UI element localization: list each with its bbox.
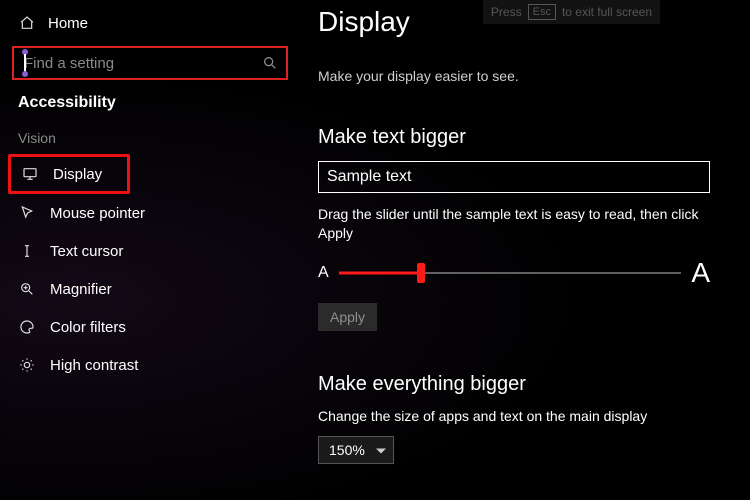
sidebar-item-magnifier[interactable]: Magnifier	[0, 270, 300, 308]
sidebar-item-label: Mouse pointer	[50, 205, 145, 222]
text-cursor-icon	[18, 242, 36, 260]
brightness-icon	[18, 356, 36, 374]
apply-button[interactable]: Apply	[318, 303, 377, 331]
sample-text-box: Sample text	[318, 161, 710, 193]
sidebar-item-color-filters[interactable]: Color filters	[0, 308, 300, 346]
search-container	[12, 46, 288, 80]
search-input[interactable]	[12, 46, 288, 80]
slider-description: Drag the slider until the sample text is…	[318, 205, 710, 243]
sidebar-item-high-contrast[interactable]: High contrast	[0, 346, 300, 384]
sidebar-item-label: Display	[53, 166, 102, 183]
section-make-text-bigger: Make text bigger	[318, 126, 722, 149]
palette-icon	[18, 318, 36, 336]
sidebar-item-label: Text cursor	[50, 243, 123, 260]
sidebar-section-title: Accessibility	[0, 90, 300, 130]
slider-track-fill	[339, 271, 421, 274]
sidebar-item-label: High contrast	[50, 357, 138, 374]
section-make-everything-bigger: Make everything bigger	[318, 373, 722, 396]
sidebar-group-vision: Vision	[0, 130, 300, 154]
slider-track-rest	[421, 272, 681, 273]
sidebar-item-mouse-pointer[interactable]: Mouse pointer	[0, 194, 300, 232]
sidebar-home[interactable]: Home	[0, 8, 300, 38]
slider-thumb[interactable]	[417, 263, 425, 283]
sidebar-item-display[interactable]: Display	[11, 157, 127, 191]
main-content: Press Esc to exit full screen Display Ma…	[300, 0, 750, 500]
hint-post: to exit full screen	[562, 5, 652, 19]
sidebar: Home Accessibility Vision Display Mouse …	[0, 0, 300, 500]
sidebar-item-label: Color filters	[50, 319, 126, 336]
slider-min-label: A	[318, 264, 329, 282]
everything-description: Change the size of apps and text on the …	[318, 408, 722, 424]
search-icon	[262, 55, 278, 71]
sidebar-home-label: Home	[48, 15, 88, 32]
magnifier-icon	[18, 280, 36, 298]
zoom-select-wrap: 150%	[318, 436, 394, 464]
cursor-icon	[18, 204, 36, 222]
esc-key: Esc	[528, 4, 556, 20]
text-size-slider-row: A A	[318, 257, 710, 289]
monitor-icon	[21, 165, 39, 183]
sidebar-item-label: Magnifier	[50, 281, 112, 298]
text-size-slider[interactable]	[339, 263, 682, 283]
hint-pre: Press	[491, 5, 522, 19]
home-icon	[18, 14, 36, 32]
page-subtitle: Make your display easier to see.	[318, 68, 722, 84]
highlight-annotation: Display	[8, 154, 130, 194]
fullscreen-hint: Press Esc to exit full screen	[483, 0, 660, 24]
sidebar-item-text-cursor[interactable]: Text cursor	[0, 232, 300, 270]
zoom-select[interactable]: 150%	[318, 436, 394, 464]
slider-max-label: A	[691, 257, 710, 289]
